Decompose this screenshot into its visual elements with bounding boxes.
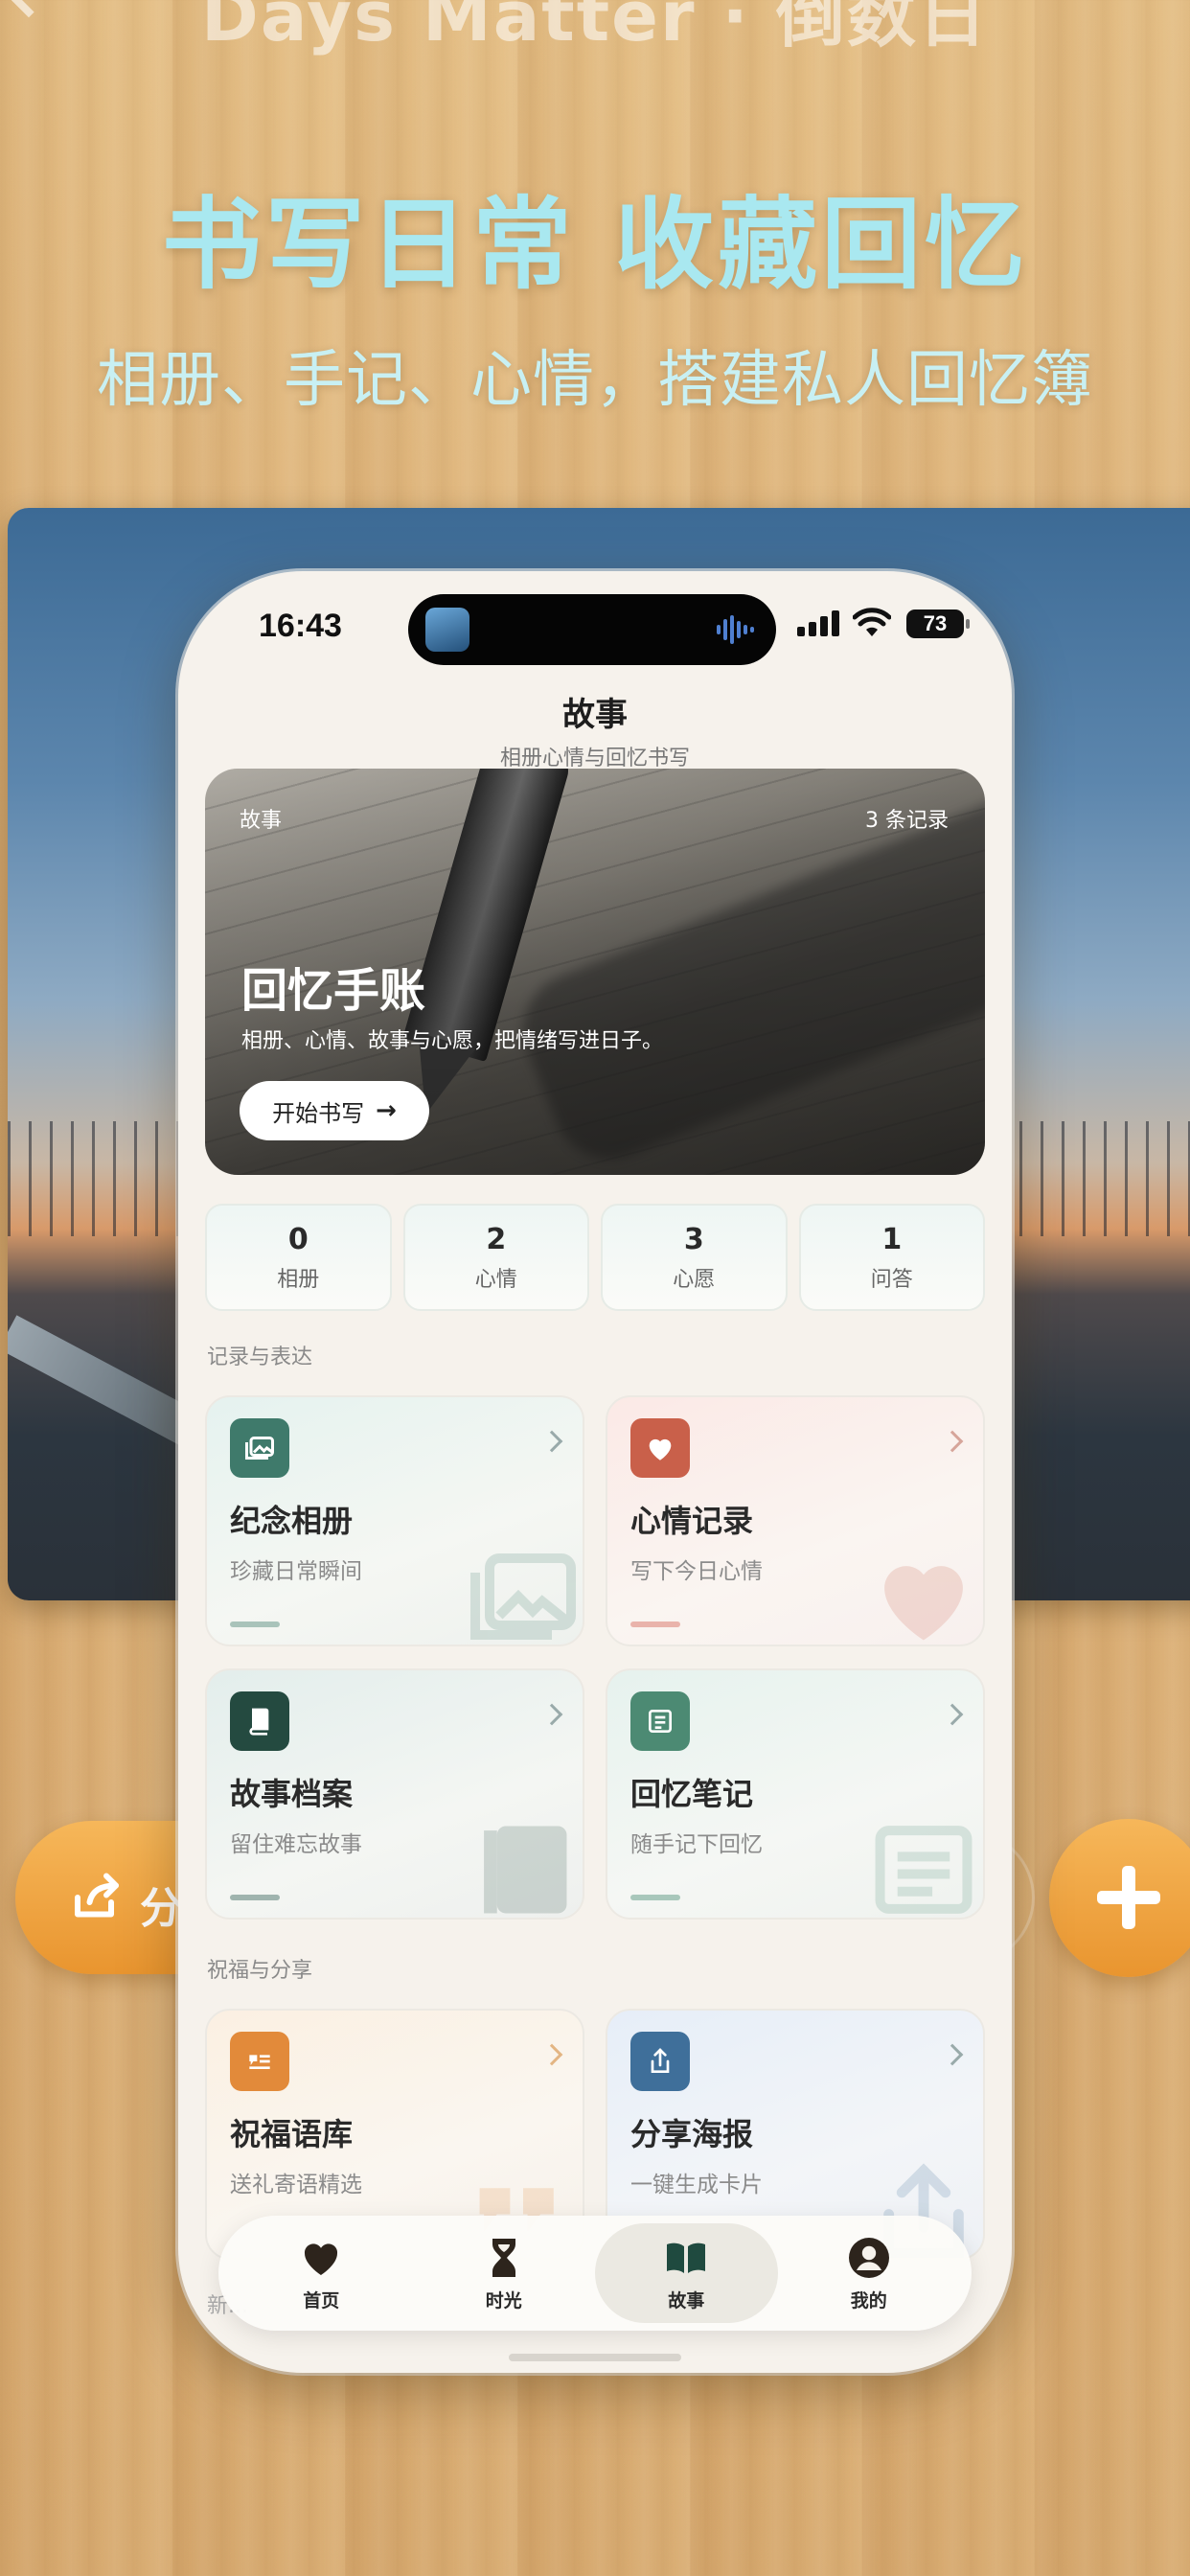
chevron-right-icon bbox=[941, 1703, 964, 1726]
card-mood-record[interactable]: 心情记录 写下今日心情 bbox=[606, 1395, 985, 1646]
card-title: 分享海报 bbox=[630, 2116, 754, 2152]
start-writing-label: 开始书写 bbox=[272, 1099, 365, 1127]
card-subtitle: 写下今日心情 bbox=[630, 1559, 763, 1584]
chevron-right-icon bbox=[941, 1430, 964, 1453]
stat-label: 相册 bbox=[277, 1268, 320, 1292]
book-open-icon bbox=[667, 2242, 706, 2273]
card-subtitle: 送礼寄语精选 bbox=[230, 2173, 362, 2197]
stats-row: 0 相册 2 心情 3 心愿 1 问答 bbox=[205, 1204, 985, 1311]
app-header: 故事 相册心情与回忆书写 bbox=[178, 688, 1012, 771]
card-subtitle: 留住难忘故事 bbox=[230, 1832, 362, 1857]
faint-app-title: Days Matter · 倒数日 bbox=[201, 0, 989, 57]
share-icon bbox=[630, 2032, 690, 2091]
bottom-tab-bar: 首页 时光 故事 我的 bbox=[218, 2216, 972, 2331]
stat-albums[interactable]: 0 相册 bbox=[205, 1204, 392, 1311]
photo-watermark-icon bbox=[470, 1553, 576, 1640]
arrow-right-icon: → bbox=[376, 1096, 397, 1125]
page-title: 故事 bbox=[562, 696, 628, 734]
hero-subtitle: 相册、手记、心情，搭建私人回忆簿 bbox=[97, 345, 1093, 416]
stat-moods[interactable]: 2 心情 bbox=[402, 1204, 589, 1311]
tab-label: 我的 bbox=[850, 2289, 887, 2312]
card-accent-bar bbox=[630, 1895, 680, 1900]
stat-label: 心情 bbox=[474, 1268, 517, 1292]
stat-label: 问答 bbox=[870, 1268, 913, 1292]
heart-icon bbox=[630, 1418, 690, 1478]
card-accent-bar bbox=[230, 1895, 280, 1900]
stat-wishes[interactable]: 3 心愿 bbox=[601, 1204, 788, 1311]
battery-indicator: 73 bbox=[906, 610, 970, 638]
page-subtitle: 相册心情与回忆书写 bbox=[499, 747, 690, 770]
profile-icon bbox=[848, 2237, 889, 2278]
stat-value: 2 bbox=[486, 1223, 507, 1256]
card-story-archive[interactable]: 故事档案 留住难忘故事 bbox=[205, 1668, 584, 1920]
card-title: 心情记录 bbox=[630, 1503, 754, 1539]
quote-icon bbox=[230, 2032, 289, 2091]
note-watermark-icon bbox=[875, 1826, 973, 1914]
banner-record-count: 3 条记录 bbox=[865, 809, 949, 833]
stat-qa[interactable]: 1 问答 bbox=[798, 1204, 985, 1311]
home-indicator bbox=[509, 2354, 681, 2361]
card-title: 纪念相册 bbox=[230, 1503, 354, 1539]
book-icon bbox=[230, 1691, 289, 1751]
tab-story[interactable]: 故事 bbox=[595, 2223, 778, 2323]
stat-value: 1 bbox=[881, 1223, 903, 1256]
tab-label: 时光 bbox=[485, 2289, 522, 2312]
chevron-right-icon bbox=[941, 2043, 964, 2066]
heart-watermark-icon bbox=[884, 1566, 963, 1641]
section-blessing-share: 祝福与分享 bbox=[207, 1959, 313, 1983]
start-writing-button[interactable]: 开始书写 → bbox=[240, 1081, 429, 1140]
now-playing-thumbnail bbox=[425, 608, 469, 652]
card-accent-bar bbox=[630, 1622, 680, 1627]
section-record-express: 记录与表达 bbox=[207, 1346, 313, 1369]
banner-title: 回忆手账 bbox=[241, 964, 426, 1018]
share-icon bbox=[75, 1873, 119, 1918]
chevron-right-icon bbox=[540, 1703, 563, 1726]
banner-description: 相册、心情、故事与心愿，把情绪写进日子。 bbox=[241, 1029, 664, 1053]
memory-journal-banner[interactable]: 故事 3 条记录 回忆手账 相册、心情、故事与心愿，把情绪写进日子。 开始书写 … bbox=[205, 769, 985, 1175]
stat-label: 心愿 bbox=[673, 1268, 716, 1292]
note-icon bbox=[630, 1691, 690, 1751]
hourglass-icon bbox=[492, 2238, 515, 2277]
card-subtitle: 随手记下回忆 bbox=[630, 1832, 763, 1857]
photo-album-icon bbox=[230, 1418, 289, 1478]
banner-tag: 故事 bbox=[240, 809, 283, 833]
stat-value: 0 bbox=[287, 1223, 309, 1256]
tab-label: 故事 bbox=[668, 2289, 705, 2312]
dynamic-island bbox=[408, 594, 776, 665]
audio-wave-icon bbox=[717, 615, 754, 644]
card-subtitle: 一键生成卡片 bbox=[630, 2173, 763, 2197]
tab-profile[interactable]: 我的 bbox=[778, 2223, 961, 2323]
card-title: 故事档案 bbox=[230, 1776, 354, 1812]
card-subtitle: 珍藏日常瞬间 bbox=[230, 1559, 362, 1584]
chevron-right-icon bbox=[540, 2043, 563, 2066]
book-watermark-icon bbox=[484, 1826, 567, 1914]
card-title: 祝福语库 bbox=[230, 2116, 354, 2152]
share-label: 分 bbox=[140, 1884, 182, 1933]
hero-title: 书写日常 收藏回忆 bbox=[161, 186, 1029, 303]
chevron-right-icon bbox=[540, 1430, 563, 1453]
background-add-button bbox=[1049, 1819, 1190, 1977]
status-bar: 16:43 73 bbox=[178, 571, 1012, 686]
wifi-icon bbox=[853, 608, 891, 636]
tab-home[interactable]: 首页 bbox=[230, 2223, 413, 2323]
status-time: 16:43 bbox=[259, 608, 342, 644]
card-memorial-album[interactable]: 纪念相册 珍藏日常瞬间 bbox=[205, 1395, 584, 1646]
stat-value: 3 bbox=[683, 1223, 704, 1256]
cellular-signal-icon bbox=[797, 610, 839, 636]
card-accent-bar bbox=[230, 1622, 280, 1627]
tab-label: 首页 bbox=[303, 2289, 340, 2312]
card-memory-notes[interactable]: 回忆笔记 随手记下回忆 bbox=[606, 1668, 985, 1920]
card-title: 回忆笔记 bbox=[630, 1776, 754, 1812]
tab-time[interactable]: 时光 bbox=[413, 2223, 596, 2323]
phone-screen: 16:43 73 故事 相册心情与回忆书写 故事 3 条记录 回忆手账 相册、心… bbox=[178, 571, 1012, 2373]
heart-icon bbox=[305, 2242, 338, 2275]
